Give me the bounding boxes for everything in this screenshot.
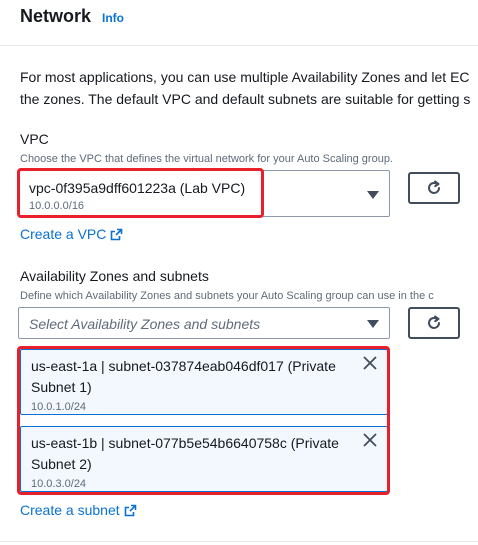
create-subnet-link-label: Create a subnet [20, 502, 120, 518]
subnet-token-label: us-east-1a | subnet-037874eab046df017 (P… [31, 358, 336, 395]
vpc-refresh-button[interactable] [408, 172, 460, 204]
vpc-hint: Choose the VPC that defines the virtual … [20, 153, 393, 165]
external-link-icon [111, 228, 123, 241]
close-icon[interactable] [363, 356, 377, 370]
caret-down-icon [367, 191, 379, 199]
info-link[interactable]: Info [102, 11, 124, 25]
az-label: Availability Zones and subnets [20, 268, 209, 284]
subnet-token-label: us-east-1b | subnet-077b5e54b6640758c (P… [31, 435, 339, 472]
external-link-icon [124, 504, 136, 517]
az-select-placeholder: Select Availability Zones and subnets [29, 316, 261, 332]
vpc-selected-value: vpc-0f395a9dff601223a (Lab VPC) [29, 180, 246, 196]
create-vpc-link[interactable]: Create a VPC [20, 226, 123, 242]
section-divider [0, 541, 478, 542]
az-refresh-button[interactable] [408, 307, 460, 339]
caret-down-icon [367, 320, 379, 328]
subnet-token: us-east-1a | subnet-037874eab046df017 (P… [20, 349, 388, 415]
refresh-icon [428, 180, 440, 194]
vpc-select[interactable]: vpc-0f395a9dff601223a (Lab VPC) 10.0.0.0… [18, 170, 390, 217]
vpc-label: VPC [20, 131, 49, 147]
refresh-icon [428, 315, 440, 329]
description-line-2: the zones. The default VPC and default s… [20, 91, 471, 107]
create-subnet-link[interactable]: Create a subnet [20, 502, 137, 518]
description-line-1: For most applications, you can use multi… [20, 69, 470, 85]
subnet-token-cidr: 10.0.1.0/24 [31, 401, 87, 413]
az-hint: Define which Availability Zones and subn… [20, 290, 434, 302]
vpc-selected-cidr: 10.0.0.0/16 [29, 200, 85, 212]
create-vpc-link-label: Create a VPC [20, 226, 107, 242]
subnet-token-cidr: 10.0.3.0/24 [31, 478, 87, 490]
network-section-header: Network Info [0, 0, 478, 46]
section-title: Network [20, 6, 92, 26]
az-subnet-select[interactable]: Select Availability Zones and subnets [18, 307, 390, 339]
close-icon[interactable] [363, 433, 377, 447]
network-description: For most applications, you can use multi… [20, 66, 478, 110]
subnet-token: us-east-1b | subnet-077b5e54b6640758c (P… [20, 426, 388, 492]
